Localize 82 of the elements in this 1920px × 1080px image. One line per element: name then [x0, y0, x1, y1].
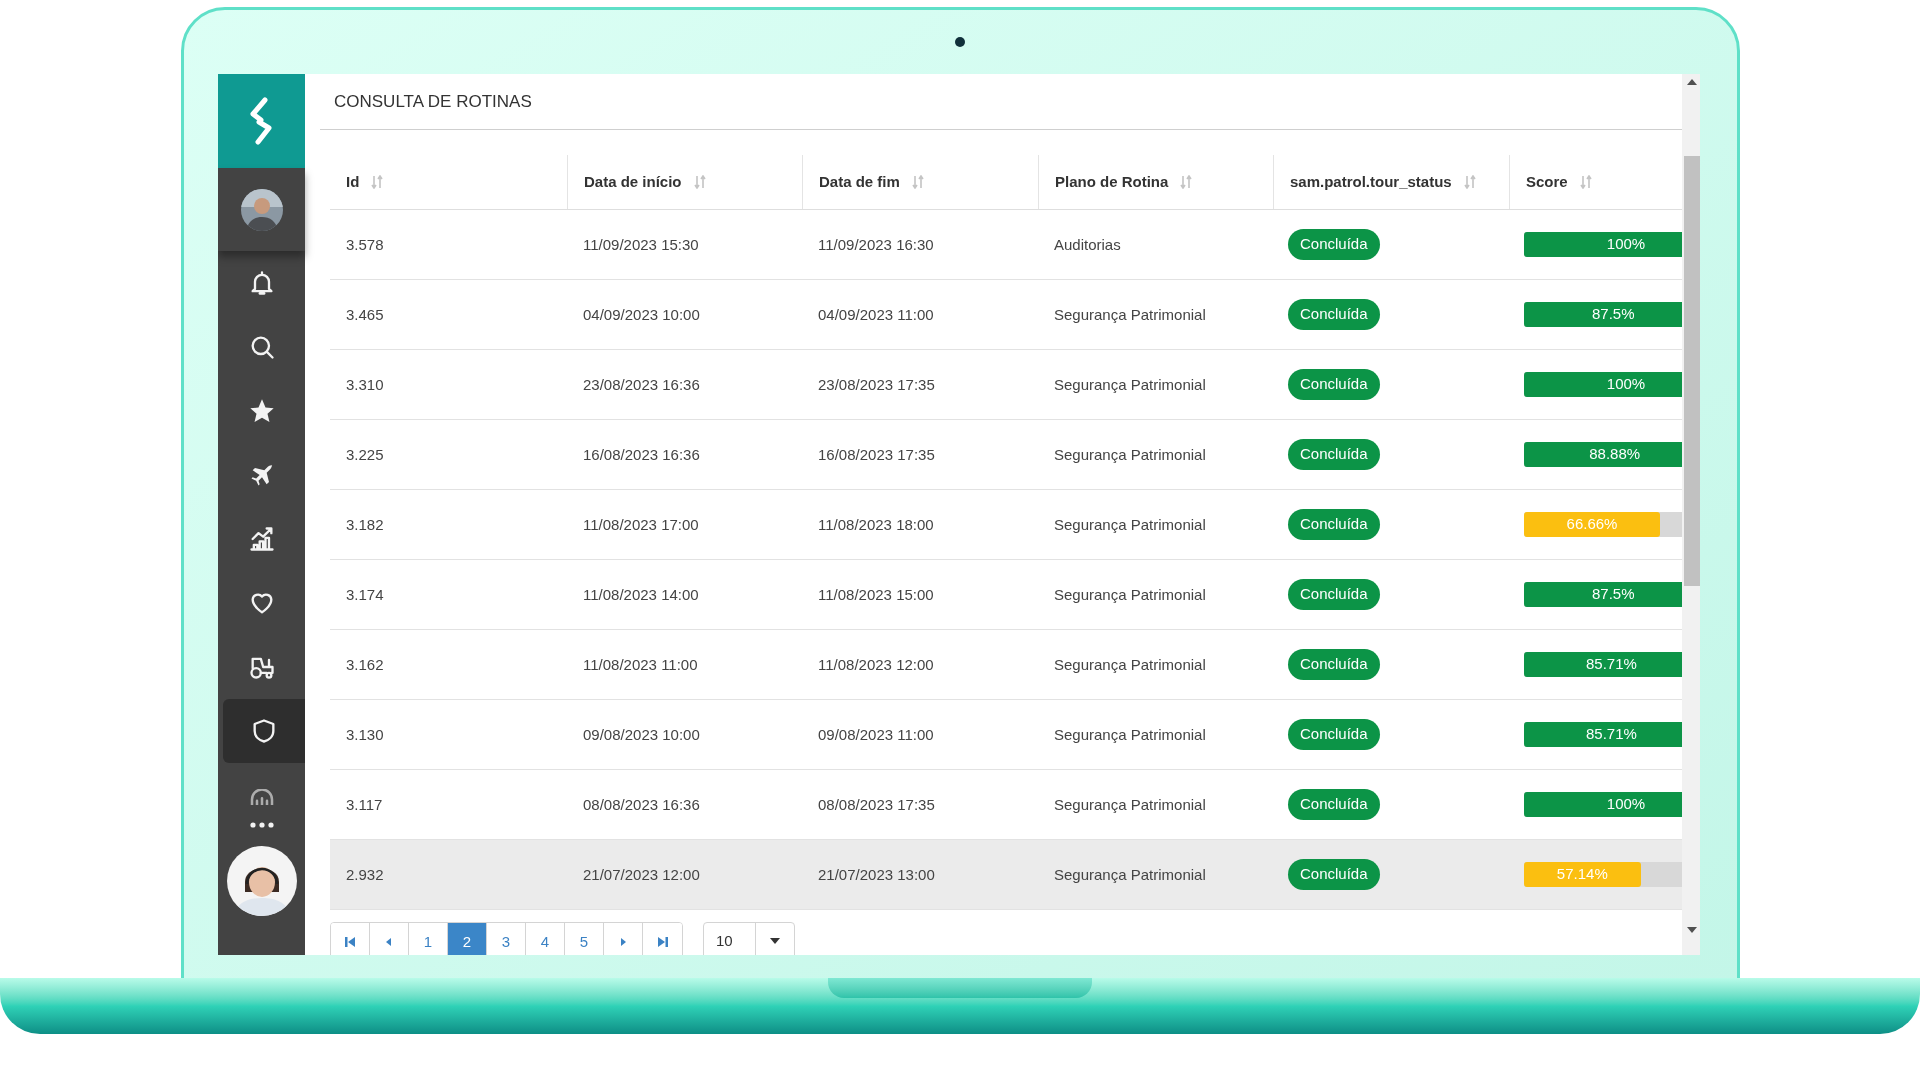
table-cell: 16/08/2023 17:35: [818, 445, 935, 463]
column-header[interactable]: Plano de Rotina: [1055, 170, 1169, 194]
status-badge: Concluída: [1288, 859, 1380, 890]
status-badge: Concluída: [1288, 509, 1380, 540]
table-row[interactable]: 2.932 21/07/2023 12:00 21/07/2023 13:00 Segurança Patrimonial Concluída 57.14%: [330, 840, 1682, 910]
table-cell: 09/08/2023 11:00: [818, 725, 934, 743]
score-value: 66.66%: [1566, 514, 1618, 535]
status-badge: Concluída: [1288, 299, 1380, 330]
camera-icon: [955, 37, 965, 47]
table-cell: 11/08/2023 15:00: [818, 585, 934, 603]
page-size-select[interactable]: 10: [703, 922, 795, 955]
table-cell: Auditorias: [1054, 235, 1121, 253]
table-cell: 3.578: [346, 235, 384, 253]
status-badge: Concluída: [1288, 579, 1380, 610]
score-value: 85.71%: [1586, 724, 1637, 745]
table-cell: Segurança Patrimonial: [1054, 585, 1206, 603]
score-value: 100%: [1606, 374, 1646, 395]
table-cell: 11/08/2023 17:00: [583, 515, 699, 533]
table-cell: 11/08/2023 12:00: [818, 655, 934, 673]
column-header[interactable]: sam.patrol.tour_status: [1290, 170, 1452, 194]
column-header[interactable]: Id: [346, 170, 360, 194]
table-cell: 2.932: [346, 865, 384, 883]
score-value: 85.71%: [1586, 654, 1637, 675]
table-cell: 11/08/2023 11:00: [583, 655, 698, 673]
scroll-up-icon[interactable]: [1687, 79, 1697, 85]
score-value: 88.88%: [1589, 444, 1641, 465]
chart-icon: [247, 525, 276, 553]
column-header[interactable]: Data de fim: [819, 170, 900, 194]
table-cell: 3.310: [346, 375, 384, 393]
table-cell: 11/09/2023 16:30: [818, 235, 934, 253]
table-cell: 3.182: [346, 515, 384, 533]
status-badge: Concluída: [1288, 439, 1380, 470]
table-cell: 08/08/2023 16:36: [583, 795, 700, 813]
table-cell: 16/08/2023 16:36: [583, 445, 700, 463]
page-size-value: 10: [704, 923, 756, 955]
table-cell: Segurança Patrimonial: [1054, 305, 1206, 323]
last-page-icon: [656, 936, 669, 948]
scrollbar[interactable]: [1682, 74, 1700, 955]
score-value: 100%: [1606, 234, 1646, 255]
score-value: 87.5%: [1591, 584, 1635, 605]
status-badge: Concluída: [1288, 719, 1380, 750]
table-cell: 3.174: [346, 585, 384, 603]
table-cell: 23/08/2023 17:35: [818, 375, 935, 393]
status-badge: Concluída: [1288, 229, 1380, 260]
table-cell: 04/09/2023 11:00: [818, 305, 934, 323]
table-cell: Segurança Patrimonial: [1054, 375, 1206, 393]
score-value: 100%: [1606, 794, 1646, 815]
page-button[interactable]: 2: [448, 923, 487, 955]
table-cell: 11/08/2023 18:00: [818, 515, 934, 533]
table-cell: 04/09/2023 10:00: [583, 305, 700, 323]
score-value: 57.14%: [1556, 864, 1608, 885]
status-badge: Concluída: [1288, 369, 1380, 400]
table-cell: Segurança Patrimonial: [1054, 795, 1206, 813]
table-cell: 23/08/2023 16:36: [583, 375, 700, 393]
table-cell: Segurança Patrimonial: [1054, 865, 1206, 883]
score-value: 87.5%: [1591, 304, 1635, 325]
table-cell: 11/09/2023 15:30: [583, 235, 699, 253]
first-page-button[interactable]: [331, 923, 370, 955]
table-cell: Segurança Patrimonial: [1054, 445, 1206, 463]
table-cell: Segurança Patrimonial: [1054, 655, 1206, 673]
column-header[interactable]: Score: [1526, 170, 1568, 194]
table-cell: 09/08/2023 10:00: [583, 725, 700, 743]
status-badge: Concluída: [1288, 649, 1380, 680]
table-cell: 3.162: [346, 655, 384, 673]
table-cell: Segurança Patrimonial: [1054, 515, 1206, 533]
more-icon[interactable]: [249, 822, 274, 828]
first-page-icon: [344, 936, 356, 948]
table-cell: 3.465: [346, 305, 384, 323]
scroll-thumb[interactable]: [1684, 156, 1700, 586]
table-cell: Segurança Patrimonial: [1054, 725, 1206, 743]
table-cell: 3.117: [346, 795, 383, 813]
table-cell: 3.225: [346, 445, 384, 463]
caret-icon: [770, 938, 780, 944]
table-cell: 11/08/2023 14:00: [583, 585, 699, 603]
table-cell: 21/07/2023 13:00: [818, 865, 935, 883]
table-cell: 21/07/2023 12:00: [583, 865, 700, 883]
column-header[interactable]: Data de início: [584, 170, 682, 194]
status-badge: Concluída: [1288, 789, 1380, 820]
scroll-down-icon[interactable]: [1687, 927, 1697, 933]
sidebar-item[interactable]: [223, 699, 305, 763]
table-cell: 3.130: [346, 725, 384, 743]
table-cell: 08/08/2023 17:35: [818, 795, 935, 813]
